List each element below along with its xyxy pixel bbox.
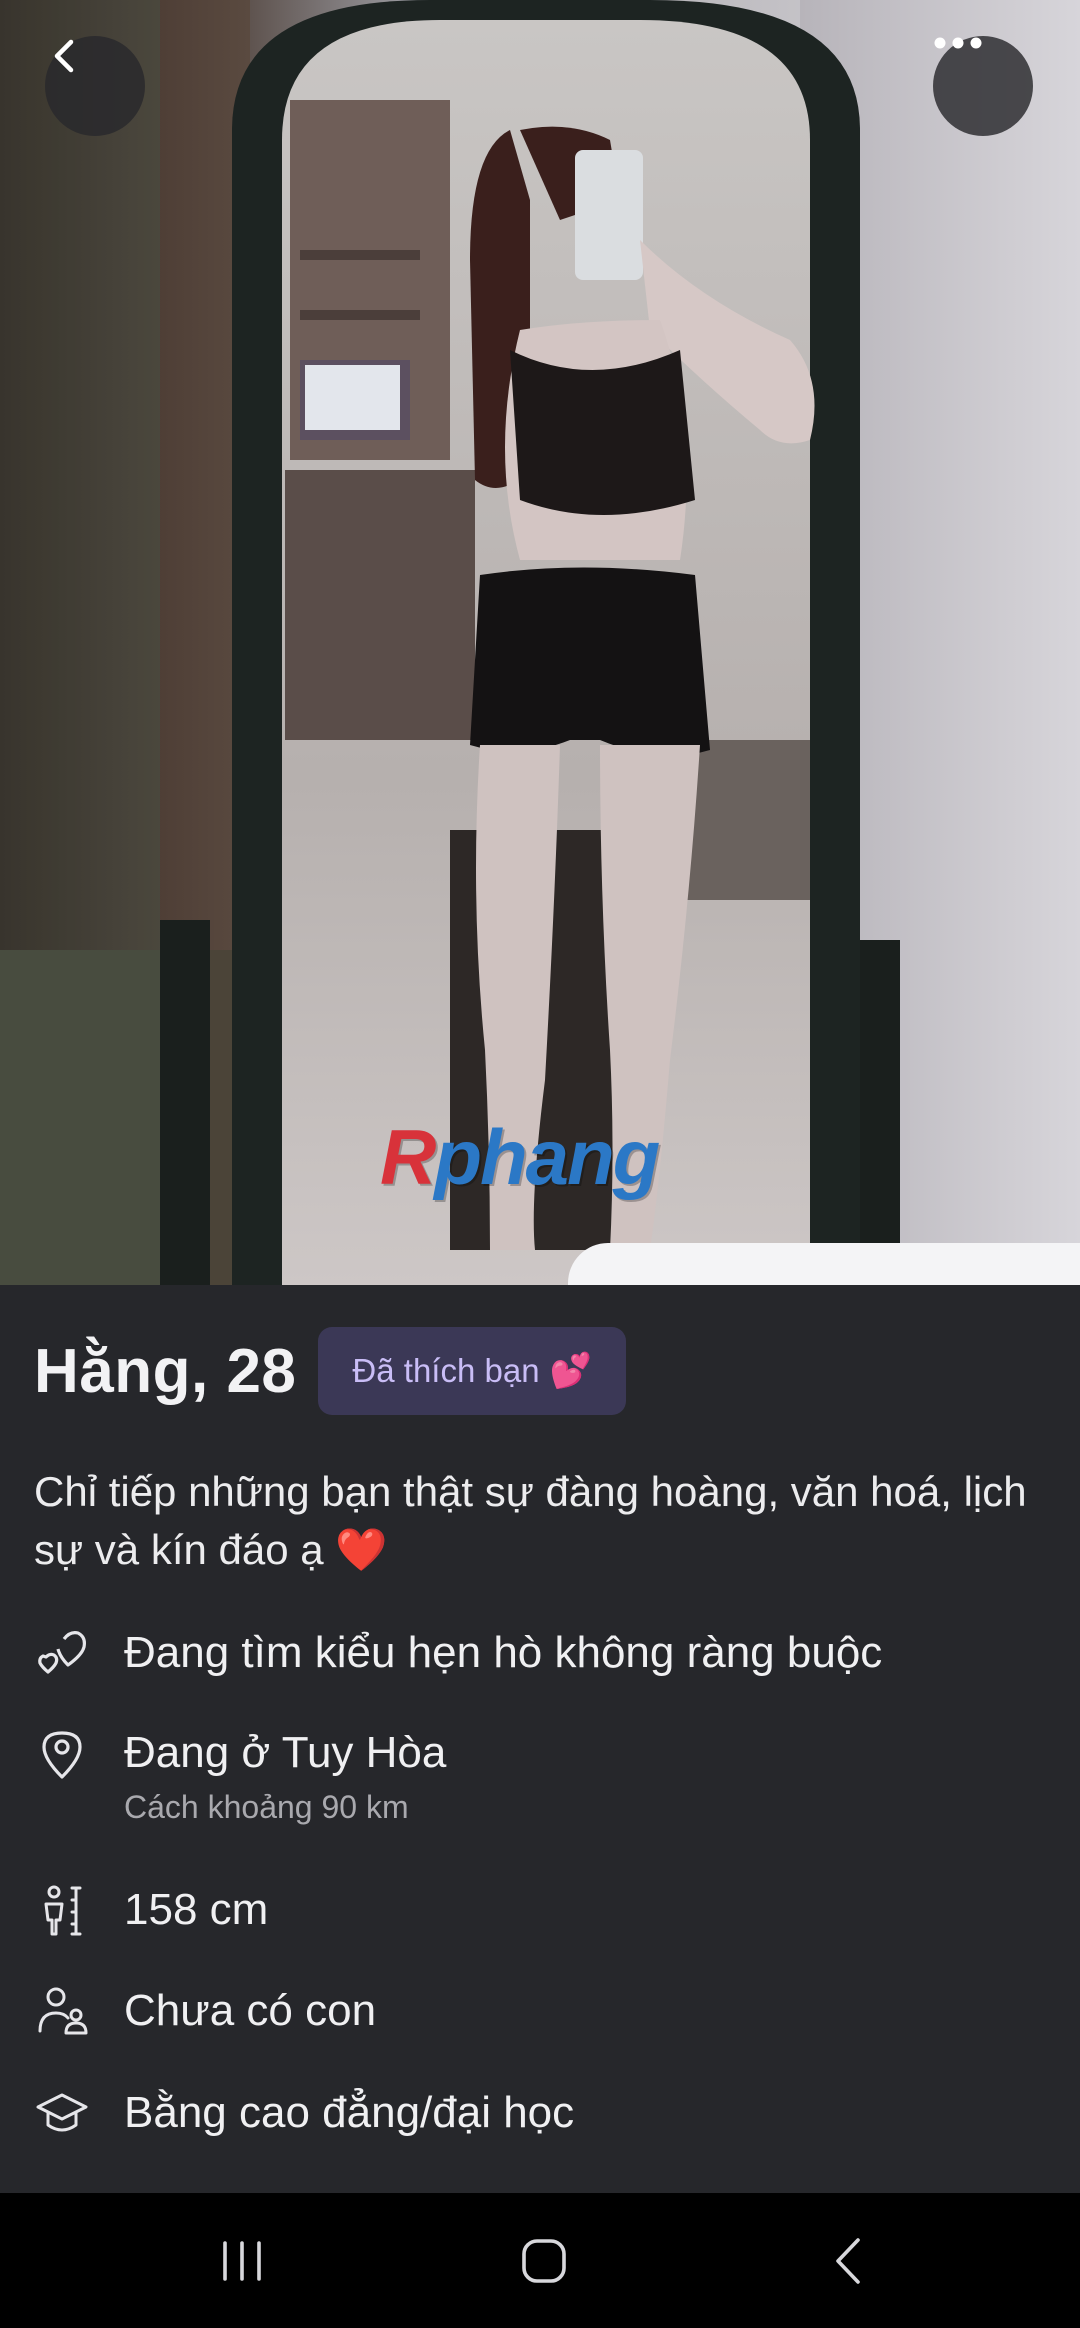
two-hearts-emoji: 💕 bbox=[549, 1352, 592, 1390]
back-button[interactable] bbox=[45, 36, 145, 136]
back-icon bbox=[836, 2238, 860, 2284]
detail-children: Chưa có con bbox=[34, 1983, 1044, 2039]
location-block: Đang ở Tuy Hòa Cách khoảng 90 km bbox=[124, 1725, 446, 1829]
back-nav-button[interactable] bbox=[803, 2223, 893, 2299]
profile-info-panel: Hằng, 28 Đã thích bạn 💕 Chỉ tiếp những b… bbox=[0, 1285, 1080, 2193]
more-horizontal-icon bbox=[934, 37, 982, 49]
bio-text: Chỉ tiếp những bạn thật sự đàng hoàng, v… bbox=[34, 1468, 1027, 1573]
location-pin-icon bbox=[42, 1731, 82, 1779]
detail-height: 158 cm bbox=[34, 1882, 1044, 1938]
photo-card-edge bbox=[568, 1243, 1080, 1285]
height-icon bbox=[44, 1885, 82, 1936]
location-text: Đang ở Tuy Hòa bbox=[124, 1728, 447, 1777]
home-icon bbox=[522, 2239, 566, 2283]
detail-location: Đang ở Tuy Hòa Cách khoảng 90 km bbox=[34, 1725, 1044, 1829]
more-options-button[interactable] bbox=[933, 36, 1033, 136]
profile-bio: Chỉ tiếp những bạn thật sự đàng hoàng, v… bbox=[34, 1463, 1044, 1579]
education-text: Bằng cao đẳng/đại học bbox=[124, 2088, 575, 2137]
name-row: Hằng, 28 Đã thích bạn 💕 bbox=[34, 1327, 626, 1415]
photo-illustration bbox=[0, 0, 1080, 1285]
chevron-left-icon bbox=[54, 39, 74, 73]
children-text: Chưa có con bbox=[124, 1986, 377, 2035]
recent-apps-icon bbox=[223, 2241, 261, 2281]
profile-photo[interactable]: Rphang bbox=[0, 0, 1080, 1285]
profile-name-age: Hằng, 28 bbox=[34, 1336, 297, 1406]
height-text: 158 cm bbox=[124, 1885, 269, 1934]
parent-child-icon bbox=[38, 1987, 88, 2035]
detail-education: Bằng cao đẳng/đại học bbox=[34, 2085, 1044, 2141]
recent-apps-button[interactable] bbox=[197, 2223, 287, 2299]
red-heart-emoji: ❤️ bbox=[335, 1526, 388, 1573]
detail-looking-for: Đang tìm kiểu hẹn hò không ràng buộc bbox=[34, 1625, 1044, 1681]
liked-you-badge: Đã thích bạn 💕 bbox=[318, 1327, 626, 1415]
watermark-logo: Rphang bbox=[380, 1113, 660, 1201]
distance-text: Cách khoảng 90 km bbox=[124, 1789, 409, 1825]
profile-screen: Rphang Hằng, 28 Đã thích bạn 💕 Chỉ tiếp bbox=[0, 0, 1080, 2328]
liked-you-label: Đã thích bạn bbox=[352, 1352, 540, 1389]
system-navigation-bar bbox=[0, 2193, 1080, 2328]
graduation-cap-icon bbox=[36, 2093, 88, 2132]
looking-for-text: Đang tìm kiểu hẹn hò không ràng buộc bbox=[124, 1628, 883, 1677]
home-button[interactable] bbox=[499, 2223, 589, 2299]
hearts-icon bbox=[38, 1631, 86, 1674]
